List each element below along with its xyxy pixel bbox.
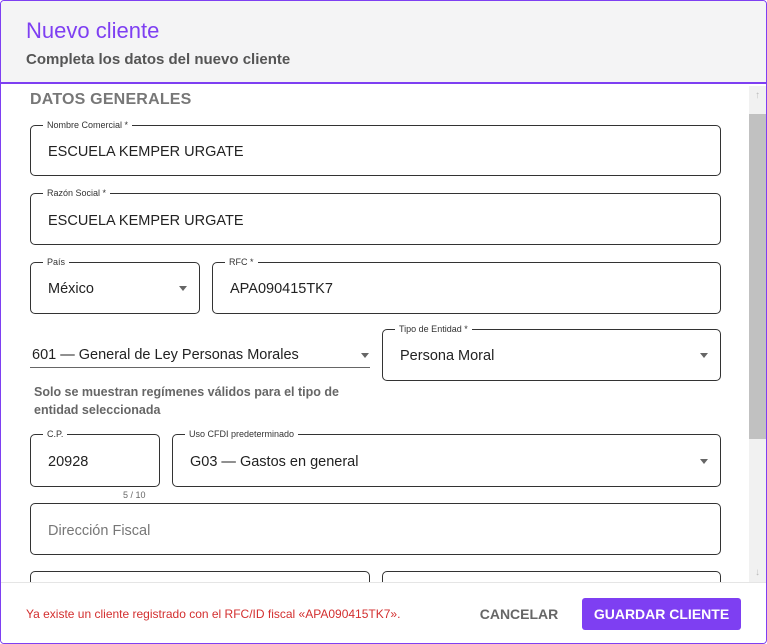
uso-cfdi-label: Uso CFDI predeterminado [185, 428, 299, 440]
direccion-fiscal-placeholder: Dirección Fiscal [48, 523, 151, 539]
tipo-entidad-value: Persona Moral [400, 348, 495, 364]
chevron-down-icon [179, 286, 187, 291]
dialog-title: Nuevo cliente [26, 18, 160, 43]
nombre-comercial-field[interactable]: Nombre Comercial * ESCUELA KEMPER URGATE [30, 119, 721, 176]
error-message: Ya existe un cliente registrado con el R… [26, 607, 401, 621]
rfc-value: APA090415TK7 [230, 281, 333, 297]
rfc-label: RFC * [225, 256, 258, 268]
direccion-fiscal-field[interactable]: Dirección Fiscal [30, 503, 721, 555]
tipo-entidad-label: Tipo de Entidad * [395, 323, 472, 335]
chevron-down-icon [361, 353, 369, 358]
uso-cfdi-value: G03 — Gastos en general [190, 454, 359, 470]
uso-cfdi-select[interactable]: Uso CFDI predeterminado G03 — Gastos en … [172, 428, 721, 487]
pais-select[interactable]: País México [30, 256, 200, 314]
chevron-down-icon [700, 353, 708, 358]
nombre-comercial-value: ESCUELA KEMPER URGATE [48, 144, 244, 160]
dialog-header: Nuevo cliente Completa los datos del nue… [1, 1, 766, 84]
razon-social-value: ESCUELA KEMPER URGATE [48, 213, 244, 229]
nombre-comercial-label: Nombre Comercial * [43, 119, 133, 131]
regimen-hint: Solo se muestran regímenes válidos para … [34, 385, 339, 417]
scroll-up-icon[interactable]: ↑ [749, 87, 766, 104]
razon-social-label: Razón Social * [43, 187, 111, 199]
scroll-down-icon[interactable]: ↓ [749, 564, 766, 581]
cp-field[interactable]: C.P. 20928 [30, 428, 160, 487]
regimen-value: 601 — General de Ley Personas Morales [32, 347, 299, 363]
section-title: DATOS GENERALES [30, 91, 192, 108]
chevron-down-icon [700, 459, 708, 464]
dialog-subtitle: Completa los datos del nuevo cliente [26, 51, 291, 68]
rfc-field[interactable]: RFC * APA090415TK7 [212, 256, 721, 314]
new-client-dialog: Nuevo cliente Completa los datos del nue… [0, 0, 767, 644]
razon-social-field[interactable]: Razón Social * ESCUELA KEMPER URGATE [30, 187, 721, 245]
pais-value: México [48, 281, 94, 297]
pais-label: País [43, 256, 70, 268]
save-client-button[interactable]: GUARDAR CLIENTE [582, 598, 741, 630]
cp-counter: 5 / 10 [123, 490, 146, 500]
scrollbar-thumb[interactable] [749, 114, 766, 439]
cp-value: 20928 [48, 454, 89, 470]
cancel-button[interactable]: CANCELAR [472, 598, 566, 630]
regimen-select[interactable]: 601 — General de Ley Personas Morales [30, 331, 370, 368]
tipo-entidad-select[interactable]: Tipo de Entidad * Persona Moral [382, 323, 721, 381]
cp-label: C.P. [43, 428, 68, 440]
